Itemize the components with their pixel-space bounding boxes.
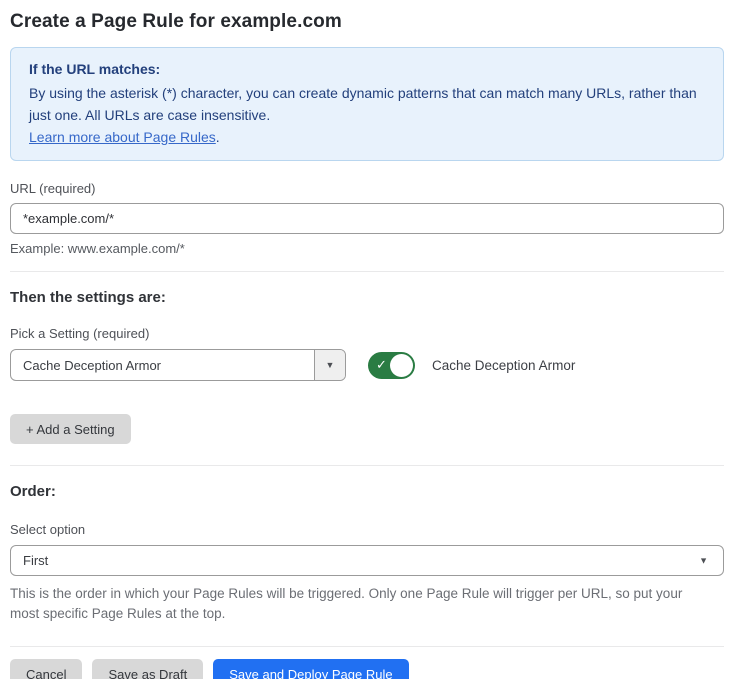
order-select-value: First: [23, 553, 48, 568]
settings-section-heading: Then the settings are:: [10, 289, 724, 306]
pick-setting-label: Pick a Setting (required): [10, 326, 724, 341]
url-matches-info-box: If the URL matches: By using the asteris…: [10, 47, 724, 161]
chevron-down-icon: ▼: [326, 361, 335, 370]
setting-select[interactable]: Cache Deception Armor ▼: [10, 349, 346, 381]
order-section-heading: Order:: [10, 483, 724, 500]
cancel-button[interactable]: Cancel: [10, 659, 82, 679]
learn-more-link[interactable]: Learn more about Page Rules: [29, 129, 216, 145]
link-period: .: [216, 129, 220, 145]
url-example-helper: Example: www.example.com/*: [10, 241, 724, 256]
url-input[interactable]: [10, 203, 724, 234]
setting-select-arrow-button[interactable]: ▼: [314, 350, 345, 380]
create-page-rule-form: Create a Page Rule for example.com If th…: [0, 0, 750, 679]
divider: [10, 271, 724, 272]
check-icon: ✓: [376, 357, 387, 373]
info-box-heading: If the URL matches:: [29, 58, 705, 80]
chevron-down-icon: ▼: [699, 556, 708, 565]
setting-row: Cache Deception Armor ▼ ✓ Cache Deceptio…: [10, 349, 724, 381]
url-field-label: URL (required): [10, 181, 724, 196]
toggle-knob: [390, 354, 413, 377]
divider: [10, 646, 724, 647]
info-box-body: By using the asterisk (*) character, you…: [29, 82, 705, 126]
save-and-deploy-button[interactable]: Save and Deploy Page Rule: [213, 659, 408, 679]
order-helper-text: This is the order in which your Page Rul…: [10, 584, 710, 624]
save-as-draft-button[interactable]: Save as Draft: [92, 659, 203, 679]
page-title: Create a Page Rule for example.com: [10, 11, 724, 33]
order-select-label: Select option: [10, 522, 724, 537]
divider: [10, 465, 724, 466]
order-select[interactable]: First ▼: [10, 545, 724, 576]
info-box-link-line: Learn more about Page Rules.: [29, 126, 705, 148]
toggle-label: Cache Deception Armor: [432, 358, 575, 373]
add-setting-button[interactable]: + Add a Setting: [10, 414, 131, 444]
setting-select-value: Cache Deception Armor: [11, 350, 314, 380]
footer-actions: Cancel Save as Draft Save and Deploy Pag…: [10, 659, 724, 679]
cache-deception-armor-toggle[interactable]: ✓: [368, 352, 415, 379]
